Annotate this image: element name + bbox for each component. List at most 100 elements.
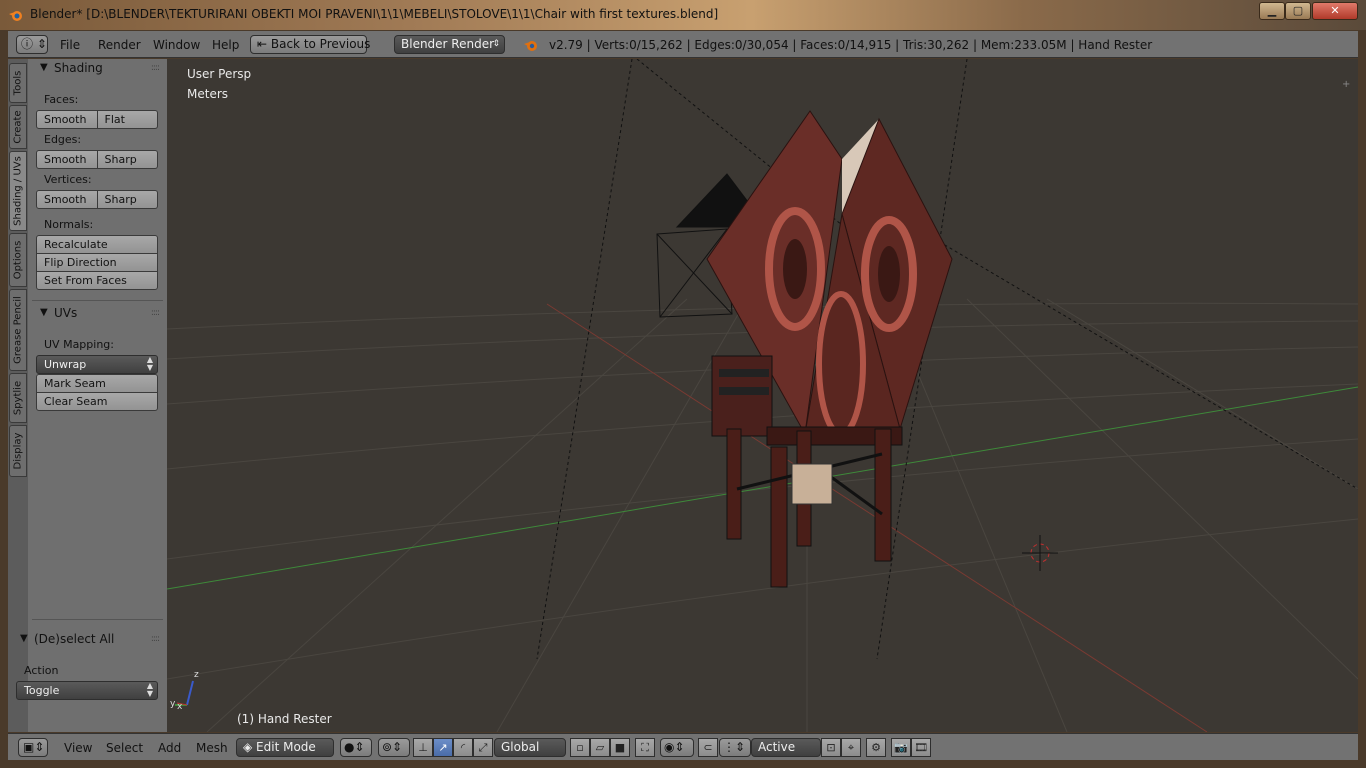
shading-panel-header[interactable]: ▼ Shading ::::: [28, 59, 167, 79]
vertex-select-icon[interactable]: ▫: [570, 738, 590, 757]
3d-cursor: [1022, 535, 1058, 571]
3d-view-header: ▣⇕ View Select Add Mesh ◈ Edit Mode ●⇕ ⊚…: [8, 733, 1358, 760]
back-to-previous-label: Back to Previous: [270, 37, 371, 51]
uvs-panel-title: UVs: [54, 306, 78, 320]
limit-selection-icon[interactable]: ⛶: [635, 738, 655, 757]
pivot-icon: ⊚⇕: [382, 740, 403, 754]
edit-mode-icon: ◈: [243, 740, 257, 754]
action-value: Toggle: [24, 684, 60, 697]
unwrap-label: Unwrap: [44, 358, 87, 371]
scale-manipulator-icon[interactable]: ⤢: [473, 738, 493, 757]
gizmo-x-label: x: [177, 702, 183, 712]
rotate-manipulator-icon[interactable]: ◜: [453, 738, 473, 757]
editor-type-button[interactable]: ▣⇕: [18, 738, 48, 757]
edges-button-row: Smooth Sharp: [36, 150, 158, 169]
flip-direction-button[interactable]: Flip Direction: [36, 253, 158, 272]
clear-seam-button[interactable]: Clear Seam: [36, 392, 158, 411]
tab-grease-pencil[interactable]: Grease Pencil: [9, 289, 27, 371]
3d-viewport[interactable]: User Persp Meters (1) Hand Rester z y x …: [167, 59, 1358, 732]
menu-mesh[interactable]: Mesh: [196, 741, 228, 755]
action-select[interactable]: Toggle ▲ ▼: [16, 681, 158, 700]
snap-project-icon[interactable]: ⌖: [841, 738, 861, 757]
snap-align-icon[interactable]: ⊡: [821, 738, 841, 757]
manipulator-toggle-icon[interactable]: ⊥: [413, 738, 433, 757]
faces-flat-button[interactable]: Flat: [97, 110, 158, 129]
operator-panel-header[interactable]: ▼ (De)select All ::::: [8, 630, 167, 650]
translate-manipulator-icon[interactable]: ↗: [433, 738, 453, 757]
tab-tools[interactable]: Tools: [9, 63, 27, 103]
viewport-shading-select[interactable]: ●⇕: [340, 738, 372, 757]
snap-target-value: Active: [758, 740, 796, 754]
tab-spytlie[interactable]: Spytlie: [9, 373, 27, 423]
orientation-value: Global: [501, 740, 540, 754]
minimize-button[interactable]: ▁: [1259, 2, 1285, 20]
set-from-faces-button[interactable]: Set From Faces: [36, 271, 158, 290]
window-title-bar: Blender* [D:\BLENDER\TEKTURIRANI OBEKTI …: [0, 0, 1366, 30]
render-animation-icon[interactable]: 🎞: [911, 738, 931, 757]
gizmo-y-label: y: [170, 699, 176, 709]
shading-panel-title: Shading: [54, 61, 103, 75]
collapse-triangle-icon: ▼: [40, 62, 48, 73]
snap-toggle-icon[interactable]: ⊂: [698, 738, 718, 757]
snap-element-select[interactable]: ⋮⇕: [719, 738, 751, 757]
vertices-button-row: Smooth Sharp: [36, 190, 158, 209]
menu-add[interactable]: Add: [158, 741, 181, 755]
proportional-edit-select[interactable]: ◉⇕: [660, 738, 694, 757]
menu-view[interactable]: View: [64, 741, 92, 755]
uvs-panel-header[interactable]: ▼ UVs ::::: [28, 304, 167, 324]
action-label: Action: [24, 664, 59, 677]
shading-sphere-icon: ●⇕: [344, 740, 365, 754]
seam-button-stack: Mark Seam Clear Seam: [36, 374, 158, 411]
render-engine-select[interactable]: Blender Render ⇕: [394, 35, 505, 54]
unwrap-menu-button[interactable]: Unwrap ▲ ▼: [36, 355, 158, 374]
pivot-point-select[interactable]: ⊚⇕: [378, 738, 410, 757]
3d-view-icon: ▣⇕: [23, 740, 45, 754]
close-button[interactable]: ✕: [1312, 2, 1358, 20]
normals-button-stack: Recalculate Flip Direction Set From Face…: [36, 235, 158, 290]
vertices-sharp-button[interactable]: Sharp: [97, 190, 158, 209]
info-header: ⓘ ⇕ File Render Window Help ⇤ Back to Pr…: [8, 31, 1358, 58]
transform-orientation-select[interactable]: Global: [494, 738, 566, 757]
panel-grip-icon[interactable]: ::::: [151, 63, 160, 73]
tab-options[interactable]: Options: [9, 233, 27, 287]
faces-smooth-button[interactable]: Smooth: [36, 110, 98, 129]
select-arrows-icon: ⇕: [492, 39, 500, 49]
snap-element-icon: ⋮⇕: [723, 740, 746, 754]
maximize-button[interactable]: ▢: [1285, 2, 1311, 20]
tab-display[interactable]: Display: [9, 425, 27, 477]
edges-smooth-button[interactable]: Smooth: [36, 150, 98, 169]
edge-select-icon[interactable]: ▱: [590, 738, 610, 757]
edges-sharp-button[interactable]: Sharp: [97, 150, 158, 169]
panel-grip-icon[interactable]: ::::: [151, 308, 160, 318]
mark-seam-button[interactable]: Mark Seam: [36, 374, 158, 393]
edges-label: Edges:: [44, 133, 82, 146]
mode-value: Edit Mode: [256, 740, 316, 754]
tab-shading-uvs[interactable]: Shading / UVs: [9, 151, 27, 231]
editor-type-button[interactable]: ⓘ ⇕: [16, 35, 48, 54]
panel-grip-icon[interactable]: ::::: [151, 634, 160, 644]
mesh-options-icon[interactable]: ⚙: [866, 738, 886, 757]
snap-target-select[interactable]: Active: [751, 738, 821, 757]
region-toggle-icon[interactable]: +: [1342, 79, 1350, 90]
back-to-previous-button[interactable]: ⇤ Back to Previous: [250, 35, 370, 54]
recalculate-normals-button[interactable]: Recalculate: [36, 235, 158, 254]
face-select-icon[interactable]: ■: [610, 738, 630, 757]
tab-grease-pencil-label: Grease Pencil: [12, 296, 24, 364]
menu-window[interactable]: Window: [153, 38, 200, 52]
tab-spytlie-label: Spytlie: [12, 380, 24, 416]
menu-file[interactable]: File: [60, 38, 80, 52]
menu-help[interactable]: Help: [212, 38, 239, 52]
window-title: Blender* [D:\BLENDER\TEKTURIRANI OBEKTI …: [30, 7, 719, 21]
select-arrows-icon: ▲ ▼: [146, 681, 153, 698]
tab-create[interactable]: Create: [9, 105, 27, 149]
render-opengl-icon[interactable]: 📷: [891, 738, 911, 757]
gizmo-z-label: z: [194, 670, 199, 680]
tab-tools-label: Tools: [12, 70, 24, 96]
vertices-smooth-button[interactable]: Smooth: [36, 190, 98, 209]
tab-shading-uvs-label: Shading / UVs: [12, 156, 24, 226]
vertices-label: Vertices:: [44, 173, 92, 186]
mode-select[interactable]: ◈ Edit Mode: [236, 738, 334, 757]
menu-render[interactable]: Render: [98, 38, 141, 52]
menu-select[interactable]: Select: [106, 741, 143, 755]
collapse-triangle-icon: ▼: [20, 633, 28, 644]
